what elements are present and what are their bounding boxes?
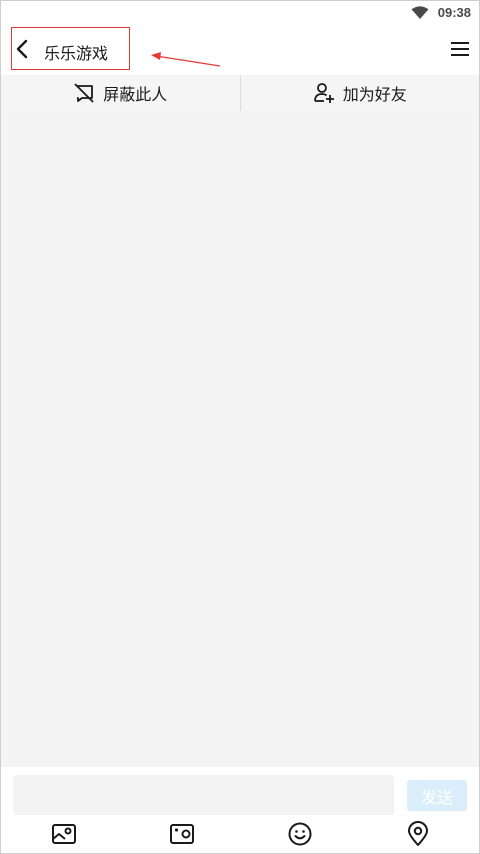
input-toolbar	[1, 821, 479, 849]
chat-title: 乐乐游戏	[44, 44, 109, 63]
chat-header: 乐乐游戏	[1, 25, 479, 75]
block-user-button[interactable]: 屏蔽此人	[1, 75, 240, 111]
camera-icon[interactable]	[169, 821, 195, 847]
status-bar: 09:38	[1, 1, 479, 25]
add-friend-button[interactable]: 加为好友	[241, 75, 480, 111]
input-panel: 发送	[1, 767, 479, 853]
add-user-icon	[313, 83, 334, 103]
image-icon[interactable]	[51, 821, 77, 847]
message-list[interactable]	[1, 111, 479, 767]
message-input[interactable]	[13, 775, 394, 815]
chat-screen: 09:38 乐乐游戏 屏蔽此人 加为好友 发送	[0, 0, 480, 854]
add-friend-label: 加为好友	[342, 85, 407, 104]
block-message-icon	[74, 83, 94, 103]
menu-icon[interactable]	[451, 41, 469, 57]
emoji-icon[interactable]	[287, 821, 313, 847]
action-bar: 屏蔽此人 加为好友	[1, 75, 479, 111]
chevron-left-icon[interactable]	[15, 39, 29, 59]
location-icon[interactable]	[405, 821, 431, 847]
status-time: 09:38	[437, 5, 471, 20]
annotation-arrow-icon	[151, 52, 221, 67]
block-user-label: 屏蔽此人	[103, 85, 168, 104]
send-button[interactable]: 发送	[407, 780, 467, 811]
wifi-icon	[411, 6, 429, 19]
